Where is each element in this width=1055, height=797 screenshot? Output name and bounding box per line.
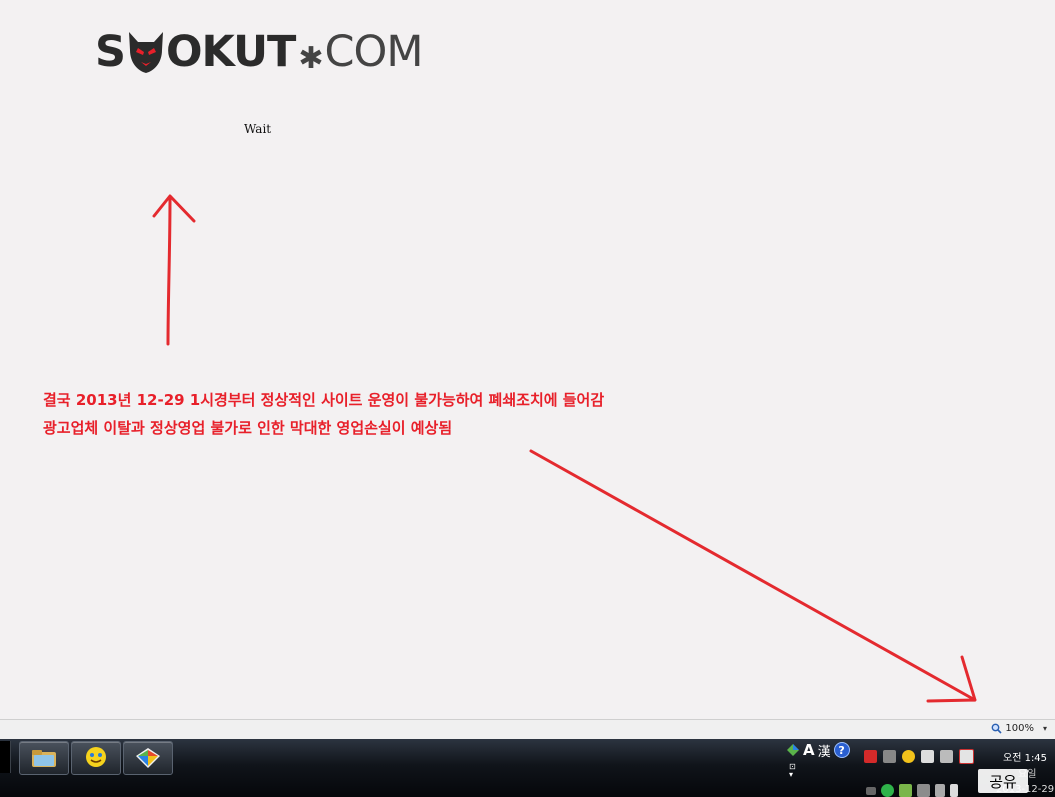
messenger-tray-icon[interactable] bbox=[902, 750, 915, 763]
annotation-arrows bbox=[152, 194, 977, 703]
tray-network-share-icon[interactable] bbox=[940, 750, 953, 763]
ime-hanja-button[interactable]: 漢 bbox=[818, 741, 831, 760]
browser-page: S OKUT ✱ COM Wait 결국 2013년 12-29 1시경부터 정… bbox=[0, 0, 1055, 719]
zoom-control[interactable]: 100% ▾ bbox=[991, 723, 1047, 734]
action-center-flag-icon[interactable] bbox=[959, 749, 974, 764]
start-button-edge[interactable] bbox=[0, 741, 11, 773]
windows-flag-icon bbox=[136, 748, 160, 768]
language-bar[interactable]: A 漢 ? bbox=[786, 741, 850, 760]
system-tray-lower bbox=[866, 784, 958, 797]
zoom-value: 100% bbox=[1005, 723, 1034, 734]
taskbar-messenger-button[interactable] bbox=[71, 741, 121, 775]
messenger-icon bbox=[86, 747, 106, 767]
chevron-down-icon[interactable]: ▾ bbox=[1043, 724, 1047, 733]
help-icon[interactable]: ? bbox=[833, 742, 850, 758]
tray-app-icon-2[interactable] bbox=[899, 784, 912, 797]
annotation-text-line-1: 결국 2013년 12-29 1시경부터 정상적인 사이트 운영이 불가능하여 … bbox=[43, 391, 605, 409]
magnifier-icon bbox=[991, 723, 1002, 734]
tray-document-icon[interactable] bbox=[921, 750, 934, 763]
antivirus-tray-icon[interactable] bbox=[864, 750, 877, 763]
keyboard-tray-icon[interactable] bbox=[866, 786, 876, 795]
arrow-up bbox=[152, 194, 196, 346]
ime-mode-indicator[interactable]: A bbox=[803, 741, 815, 759]
arrow-down-right bbox=[529, 449, 977, 703]
tray-app-icon-3[interactable] bbox=[917, 784, 930, 797]
folder-icon bbox=[32, 750, 56, 767]
security-check-icon[interactable] bbox=[881, 784, 894, 797]
network-icon[interactable] bbox=[935, 784, 945, 797]
annotation-text-line-2: 광고업체 이탈과 정상영업 불가로 인한 막대한 영업손실이 예상됨 bbox=[43, 419, 453, 437]
tray-app-icon[interactable] bbox=[883, 750, 896, 763]
volume-icon[interactable] bbox=[950, 784, 958, 797]
system-tray bbox=[864, 749, 974, 764]
taskbar-explorer-button[interactable] bbox=[19, 741, 69, 775]
share-watermark: 공유 bbox=[978, 769, 1028, 793]
language-bar-options-icon[interactable]: ⊡ ▾ bbox=[789, 763, 796, 779]
clock-time[interactable]: 오전 1:45 bbox=[1003, 749, 1047, 764]
ime-tool-icon bbox=[787, 744, 799, 756]
browser-status-bar: 100% ▾ bbox=[0, 719, 1055, 739]
taskbar-windows-button[interactable] bbox=[123, 741, 173, 775]
